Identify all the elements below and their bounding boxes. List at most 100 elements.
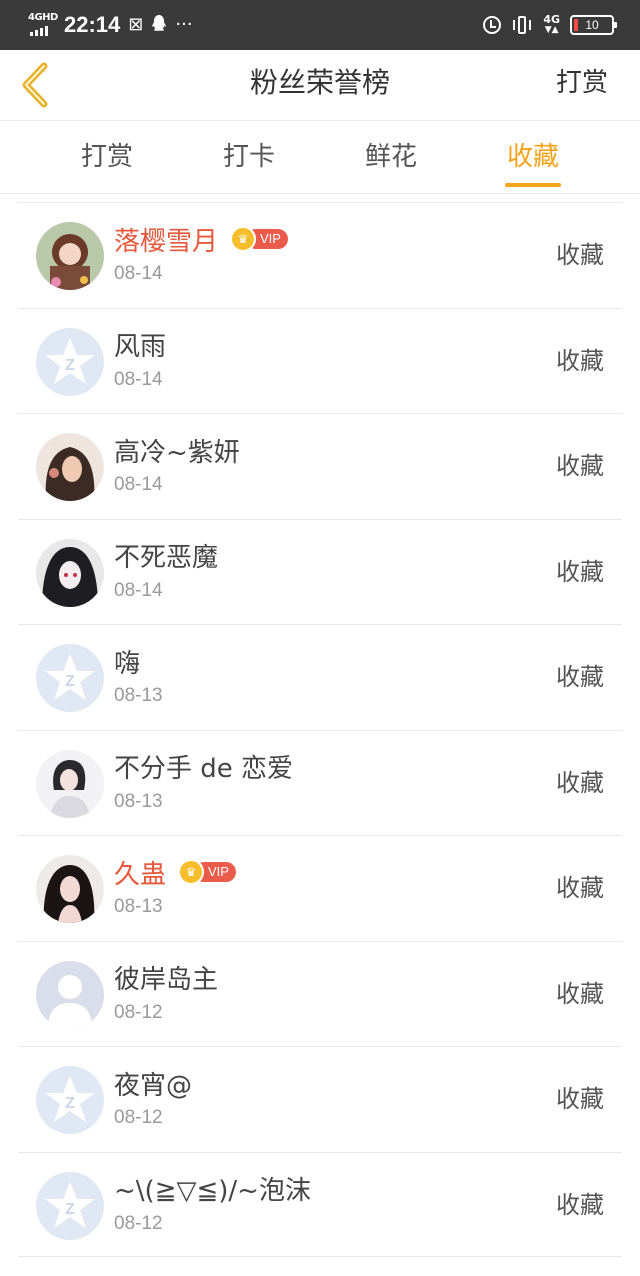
name-line: ~\(≧▽≦)/~泡沫 bbox=[114, 1171, 311, 1207]
status-right: 4G ▼▲ 10 bbox=[483, 0, 617, 50]
list-item[interactable]: Z ~\(≧▽≦)/~泡沫 08-12 收藏 bbox=[18, 1151, 622, 1257]
nav-header: 粉丝荣誉榜 打赏 bbox=[0, 50, 640, 121]
network-4g-label: 4G bbox=[543, 13, 560, 26]
page-title: 粉丝荣誉榜 bbox=[249, 66, 390, 99]
tab-label: 打卡 bbox=[222, 142, 275, 172]
tab-tip[interactable]: 打赏 bbox=[47, 121, 167, 193]
avatar[interactable] bbox=[36, 222, 104, 290]
collect-label: 收藏 bbox=[556, 979, 604, 1008]
default-star-avatar-icon: Z bbox=[36, 1171, 104, 1240]
fan-date: 08-13 bbox=[114, 685, 163, 706]
collect-label: 收藏 bbox=[556, 874, 604, 902]
svg-text:Z: Z bbox=[65, 1201, 75, 1218]
list-item[interactable]: 高冷~紫妍 08-14 收藏 bbox=[18, 413, 622, 519]
avatar[interactable]: Z bbox=[36, 327, 104, 396]
list-item[interactable]: 不死恶魔 08-14 收藏 bbox=[18, 518, 622, 625]
fan-list: 落樱雪月 ♛ VIP 08-14 收藏 Z 风雨 08-14 收藏 高冷~紫妍 bbox=[18, 202, 622, 1257]
tab-label: 收藏 bbox=[506, 142, 559, 172]
fan-date: 08-13 bbox=[114, 896, 163, 917]
anime-girl-avatar-icon bbox=[36, 222, 104, 290]
collect-label: 收藏 bbox=[556, 346, 604, 375]
fan-date: 08-12 bbox=[114, 1212, 163, 1234]
avatar[interactable] bbox=[36, 855, 104, 923]
list-item[interactable]: 彼岸岛主 08-12 收藏 bbox=[18, 940, 622, 1047]
fan-date: 08-13 bbox=[114, 790, 163, 812]
svg-text:Z: Z bbox=[65, 1095, 75, 1112]
status-left: 4GHD 22:14 ⊠ ··· bbox=[28, 0, 193, 50]
fan-date: 08-14 bbox=[114, 368, 163, 390]
crown-icon: ♛ bbox=[230, 226, 257, 252]
list-item[interactable]: Z 风雨 08-14 收藏 bbox=[18, 307, 622, 414]
svg-text:Z: Z bbox=[65, 673, 75, 690]
list-item[interactable]: Z 嗨 08-13 收藏 bbox=[18, 624, 622, 730]
crown-icon: ♛ bbox=[178, 859, 205, 885]
back-button[interactable] bbox=[14, 58, 58, 112]
name-line: 久蛊 ♛ VIP bbox=[114, 854, 236, 890]
collect-label: 收藏 bbox=[556, 557, 604, 586]
avatar[interactable] bbox=[36, 433, 104, 501]
girl-photo-avatar-icon bbox=[36, 749, 104, 818]
qq-icon bbox=[151, 14, 167, 36]
name-line: 夜宵@ bbox=[114, 1065, 192, 1101]
battery-fill bbox=[574, 19, 578, 31]
collect-label: 收藏 bbox=[556, 663, 604, 691]
vip-badge: ♛ VIP bbox=[178, 859, 236, 885]
collect-label: 收藏 bbox=[556, 452, 604, 480]
girl-photo-avatar-icon bbox=[36, 855, 104, 923]
fan-name: 夜宵@ bbox=[114, 1070, 193, 1101]
status-time: 22:14 bbox=[64, 12, 121, 37]
tab-label: 鲜花 bbox=[364, 142, 417, 172]
avatar[interactable]: Z bbox=[36, 1171, 104, 1240]
signal-icon: 4GHD bbox=[28, 10, 58, 40]
list-item[interactable]: 落樱雪月 ♛ VIP 08-14 收藏 bbox=[18, 202, 622, 308]
status-bar: 4GHD 22:14 ⊠ ··· 4G ▼▲ 10 bbox=[0, 0, 640, 50]
more-dots-icon: ··· bbox=[175, 14, 193, 35]
name-line: 彼岸岛主 bbox=[114, 960, 218, 996]
alarm-icon bbox=[483, 16, 502, 34]
default-star-avatar-icon: Z bbox=[36, 644, 104, 712]
name-line: 不分手 de 恋爱 bbox=[114, 749, 293, 785]
tab-collect[interactable]: 收藏 bbox=[473, 121, 593, 193]
chevron-left-icon bbox=[22, 62, 48, 108]
fan-name: 彼岸岛主 bbox=[114, 965, 219, 995]
network-4g-icon: 4G ▼▲ bbox=[543, 13, 560, 35]
fan-name: 不分手 de 恋爱 bbox=[114, 754, 294, 784]
avatar[interactable]: Z bbox=[36, 1066, 104, 1134]
default-person-avatar-icon bbox=[36, 960, 104, 1029]
collect-label: 收藏 bbox=[556, 1190, 604, 1219]
vip-badge: ♛ VIP bbox=[230, 226, 288, 252]
fan-name: 风雨 bbox=[114, 332, 167, 362]
fan-name: 不死恶魔 bbox=[114, 543, 219, 573]
battery-level: 10 bbox=[585, 18, 599, 32]
fan-date: 08-12 bbox=[114, 1001, 163, 1023]
collect-label: 收藏 bbox=[556, 241, 604, 269]
tab-flowers[interactable]: 鲜花 bbox=[331, 121, 451, 193]
fan-name: 高冷~紫妍 bbox=[114, 437, 240, 468]
fan-date: 08-14 bbox=[114, 579, 163, 601]
fan-date: 08-14 bbox=[114, 474, 163, 495]
name-line: 风雨 bbox=[114, 327, 166, 363]
avatar[interactable] bbox=[36, 538, 104, 607]
fan-name: 落樱雪月 bbox=[114, 226, 219, 257]
girl-photo-avatar-icon bbox=[36, 433, 104, 501]
network-label: 4GHD bbox=[28, 12, 58, 23]
fan-name: ~\(≧▽≦)/~泡沫 bbox=[114, 1176, 311, 1206]
collect-label: 收藏 bbox=[556, 768, 604, 797]
tip-button[interactable]: 打赏 bbox=[556, 50, 608, 120]
fan-date: 08-14 bbox=[114, 263, 163, 284]
list-item[interactable]: 不分手 de 恋爱 08-13 收藏 bbox=[18, 729, 622, 836]
dark-anime-avatar-icon bbox=[36, 538, 104, 607]
name-line: 高冷~紫妍 bbox=[114, 432, 240, 468]
avatar[interactable] bbox=[36, 749, 104, 818]
tab-bar: 打赏 打卡 鲜花 收藏 bbox=[0, 121, 640, 194]
name-line: 嗨 bbox=[114, 643, 140, 679]
name-line: 不死恶魔 bbox=[114, 538, 218, 574]
avatar[interactable]: Z bbox=[36, 644, 104, 712]
avatar[interactable] bbox=[36, 960, 104, 1029]
default-star-avatar-icon: Z bbox=[36, 1066, 104, 1134]
list-item[interactable]: 久蛊 ♛ VIP 08-13 收藏 bbox=[18, 835, 622, 941]
fan-date: 08-12 bbox=[114, 1107, 163, 1128]
tab-checkin[interactable]: 打卡 bbox=[189, 121, 309, 193]
list-item[interactable]: Z 夜宵@ 08-12 收藏 bbox=[18, 1046, 622, 1152]
default-star-avatar-icon: Z bbox=[36, 327, 104, 396]
